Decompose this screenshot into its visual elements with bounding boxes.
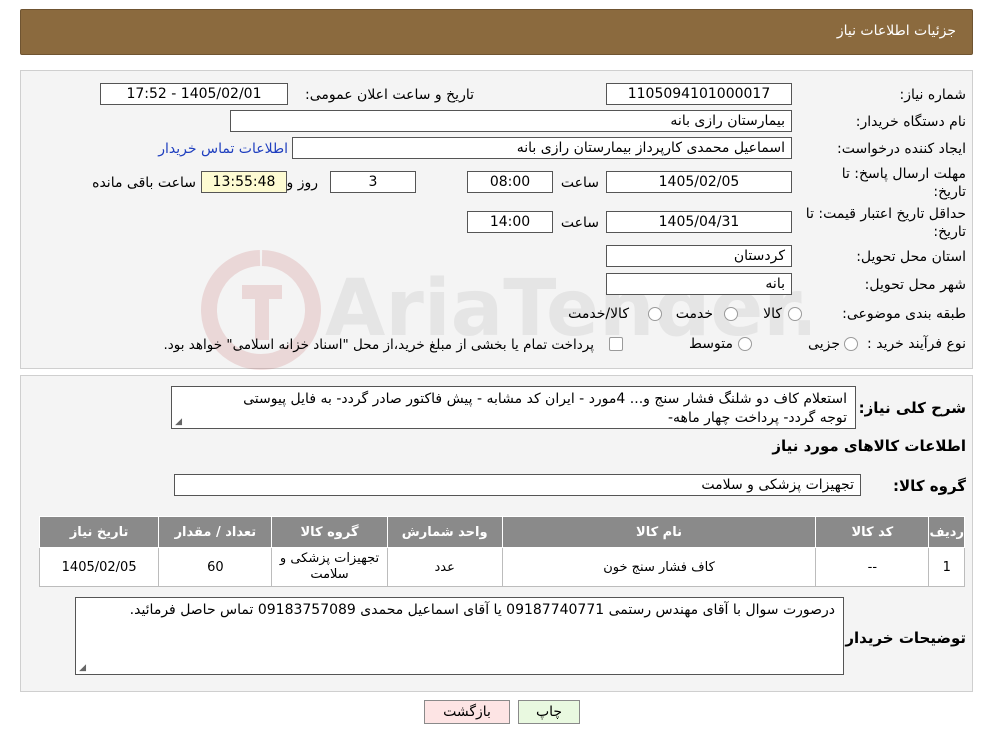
description-label: شرح کلی نیاز:	[858, 399, 966, 417]
buyer-notes-label: توضیحات خریدار:	[839, 629, 966, 647]
deadline-time-label: ساعت	[560, 175, 599, 191]
process-treasury-checkbox[interactable]	[609, 337, 623, 351]
category-goods-radio[interactable]	[788, 307, 802, 321]
validity-date-field: 1405/04/31	[606, 211, 792, 233]
deadline-time-field: 08:00	[467, 171, 553, 193]
col-unit-header: واحد شمارش	[386, 516, 503, 548]
back-button[interactable]: بازگشت	[424, 700, 510, 724]
category-label: طبقه بندی موضوعی:	[842, 306, 966, 322]
province-label: استان محل تحویل:	[856, 249, 966, 265]
col-date-header: تاریخ نیاز	[38, 516, 160, 548]
validity-label-line2: تاریخ:	[933, 224, 966, 240]
announce-label: تاریخ و ساعت اعلان عمومی:	[305, 87, 474, 103]
need-number-field: 1105094101000017	[606, 83, 792, 105]
cell-date: 1405/02/05	[38, 547, 160, 587]
description-line1: استعلام کاف دو شلنگ فشار سنج و... 4مورد …	[243, 391, 847, 407]
validity-label-line1: حداقل تاریخ اعتبار قیمت: تا	[805, 206, 966, 222]
process-medium-radio[interactable]	[738, 337, 752, 351]
city-field: بانه	[606, 273, 792, 295]
category-goods-service-label: کالا/خدمت	[568, 306, 629, 322]
category-goods-service-radio[interactable]	[648, 307, 662, 321]
table-header-row: ردیف کد کالا نام کالا واحد شمارش گروه کا…	[38, 516, 965, 548]
validity-time-field: 14:00	[467, 211, 553, 233]
cell-row: 1	[928, 547, 965, 587]
col-row-header: ردیف	[928, 516, 965, 548]
cell-group-line1: تجهیزات پزشکی و	[279, 551, 380, 566]
items-table: ردیف کد کالا نام کالا واحد شمارش گروه کا…	[38, 516, 965, 587]
goods-section-title: اطلاعات کالاهای مورد نیاز	[772, 437, 966, 455]
resize-grip-icon[interactable]: ◢	[174, 418, 182, 427]
table-row[interactable]: 1 -- کاف فشار سنج خون عدد تجهیزات پزشکی …	[38, 547, 965, 587]
validity-time-label: ساعت	[560, 215, 599, 231]
days-label: روز و	[286, 175, 319, 191]
print-button[interactable]: چاپ	[518, 700, 580, 724]
page-header: جزئیات اطلاعات نیاز	[20, 9, 973, 55]
days-field: 3	[330, 171, 416, 193]
notes-resize-grip-icon[interactable]: ◢	[78, 664, 86, 673]
deadline-label-line2: تاریخ:	[933, 184, 966, 200]
requester-label: ایجاد کننده درخواست:	[837, 141, 966, 157]
city-label: شهر محل تحویل:	[864, 277, 966, 293]
remaining-time-field: 13:55:48	[201, 171, 287, 193]
cell-code: --	[815, 547, 930, 587]
col-group-header: گروه کالا	[271, 516, 388, 548]
need-number-label: شماره نیاز:	[899, 87, 967, 103]
province-field: کردستان	[606, 245, 792, 267]
process-minor-label: جزیی	[808, 336, 840, 352]
cell-unit: عدد	[386, 547, 503, 587]
col-code-header: کد کالا	[815, 516, 930, 548]
buyer-notes-text: درصورت سوال با آقای مهندس رستمی 09187740…	[129, 602, 835, 618]
deadline-label-line1: مهلت ارسال پاسخ: تا	[841, 166, 966, 182]
cell-group: تجهیزات پزشکی و سلامت	[271, 547, 388, 587]
cell-group-line2: سلامت	[310, 567, 349, 582]
process-minor-radio[interactable]	[844, 337, 858, 351]
cell-name: کاف فشار سنج خون	[501, 547, 817, 587]
col-name-header: نام کالا	[501, 516, 817, 548]
description-textarea[interactable]: استعلام کاف دو شلنگ فشار سنج و... 4مورد …	[171, 386, 856, 429]
category-service-label: خدمت	[675, 306, 713, 322]
col-qty-header: تعداد / مقدار	[158, 516, 273, 548]
buyer-contact-link[interactable]: اطلاعات تماس خریدار	[158, 141, 288, 157]
buyer-org-field: بیمارستان رازی بانه	[230, 110, 792, 132]
cell-qty: 60	[158, 547, 273, 587]
announce-field: 1405/02/01 - 17:52	[100, 83, 288, 105]
description-line2: توجه گردد- پرداخت چهار ماهه-	[668, 410, 847, 426]
buyer-notes-textarea[interactable]: درصورت سوال با آقای مهندس رستمی 09187740…	[75, 597, 844, 675]
buyer-org-label: نام دستگاه خریدار:	[855, 114, 966, 130]
process-label: نوع فرآیند خرید :	[867, 336, 966, 352]
page-title: جزئیات اطلاعات نیاز	[836, 23, 956, 39]
process-note: پرداخت تمام یا بخشی از مبلغ خرید،از محل …	[163, 337, 594, 353]
remaining-label: ساعت باقی مانده	[92, 175, 196, 191]
category-service-radio[interactable]	[724, 307, 738, 321]
category-goods-label: کالا	[763, 306, 782, 322]
requester-field: اسماعیل محمدی کارپرداز بیمارستان رازی با…	[292, 137, 792, 159]
deadline-date-field: 1405/02/05	[606, 171, 792, 193]
goods-group-label: گروه کالا:	[893, 477, 966, 495]
process-medium-label: متوسط	[689, 336, 733, 352]
goods-group-field: تجهیزات پزشکی و سلامت	[174, 474, 861, 496]
